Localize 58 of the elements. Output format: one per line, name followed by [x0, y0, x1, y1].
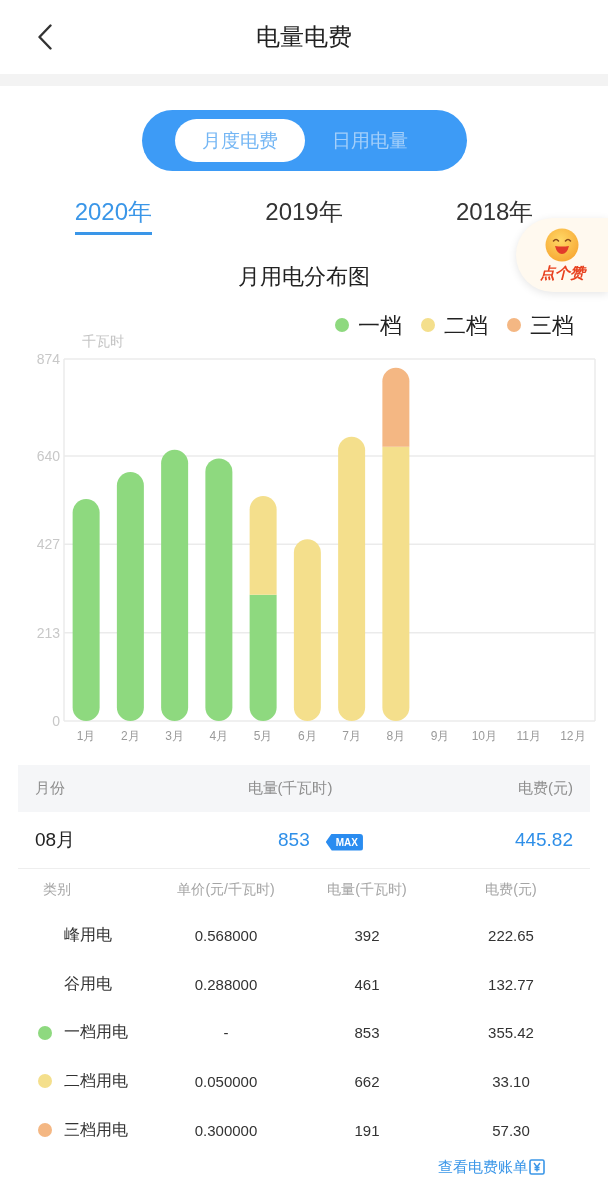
smiling-face-icon — [545, 227, 579, 262]
chevron-left-icon — [38, 24, 52, 50]
bill-icon — [529, 1159, 545, 1176]
x-axis-label: 10月 — [471, 729, 498, 743]
fee-value: 445.82 — [514, 829, 573, 851]
x-axis-label: 3月 — [165, 729, 184, 743]
chart-title: 月用电分布图 — [238, 263, 370, 291]
like-label: 点个赞 — [539, 263, 585, 283]
toggle-option[interactable]: 日用电量 — [304, 119, 435, 162]
x-axis-label: 2月 — [121, 729, 140, 743]
column-header: 电费(元) — [518, 779, 573, 798]
x-axis-label: 4月 — [209, 729, 229, 743]
price-cell: 0.288000 — [194, 975, 258, 993]
x-axis-label: 6月 — [298, 729, 317, 743]
usage-cell: 191 — [354, 1121, 380, 1139]
view-bill-link[interactable]: 查看电费账单 — [438, 1157, 545, 1177]
page-title: 电量电费 — [256, 22, 352, 52]
price-cell: 0.300000 — [194, 1121, 258, 1139]
legend-label: 二档 — [444, 312, 488, 338]
category-cell-text: 峰用电 — [64, 924, 112, 945]
fee-cell: 222.65 — [488, 926, 534, 944]
fee-cell: 132.77 — [488, 975, 534, 993]
legend-label: 一档 — [358, 312, 402, 338]
column-header: 月份 — [35, 779, 65, 798]
x-axis-label: 5月 — [253, 729, 273, 743]
usage-cell: 853 — [354, 1024, 380, 1042]
price-cell: 0.568000 — [194, 926, 258, 944]
year-tab[interactable]: 2019年 — [265, 197, 343, 235]
toggle-option[interactable]: 月度电费 — [174, 119, 305, 162]
price-cell: - — [223, 1024, 229, 1042]
x-axis-label: 11月 — [516, 729, 541, 743]
column-header: 类别 — [43, 881, 71, 899]
fee-cell: 57.30 — [492, 1121, 530, 1139]
category-cell-text: 二档用电 — [64, 1070, 128, 1091]
category-cell-text: 三档用电 — [64, 1119, 128, 1140]
column-header: 电量(千瓦时) — [327, 881, 407, 899]
usage-cell: 392 — [354, 926, 380, 944]
category-cell-text: 一档用电 — [64, 1022, 128, 1043]
column-header: 电量(千瓦时) — [247, 779, 333, 798]
x-axis-label: 8月 — [386, 729, 406, 743]
column-header: 单价(元/千瓦时) — [177, 881, 275, 899]
fee-cell: 33.10 — [492, 1072, 530, 1090]
category-cell-text: 谷用电 — [64, 973, 112, 994]
x-axis-label: 12月 — [560, 729, 586, 743]
legend-label: 三档 — [530, 312, 574, 338]
usage-cell: 662 — [354, 1072, 380, 1090]
x-axis-label: 1月 — [76, 729, 96, 743]
month-cell-text: 08月 — [35, 828, 76, 852]
usage-value: 853 — [278, 829, 310, 851]
fee-cell: 355.42 — [488, 1024, 534, 1042]
year-tab[interactable]: 2020年 — [74, 197, 152, 235]
price-cell: 0.050000 — [194, 1072, 258, 1090]
column-header: 电费(元) — [485, 881, 537, 899]
y-axis-label: 千瓦时 — [82, 333, 124, 349]
usage-cell: 461 — [354, 975, 380, 993]
x-axis-label: 7月 — [342, 729, 361, 743]
max-tag: MAX — [325, 833, 363, 851]
x-axis-label: 9月 — [430, 729, 450, 743]
